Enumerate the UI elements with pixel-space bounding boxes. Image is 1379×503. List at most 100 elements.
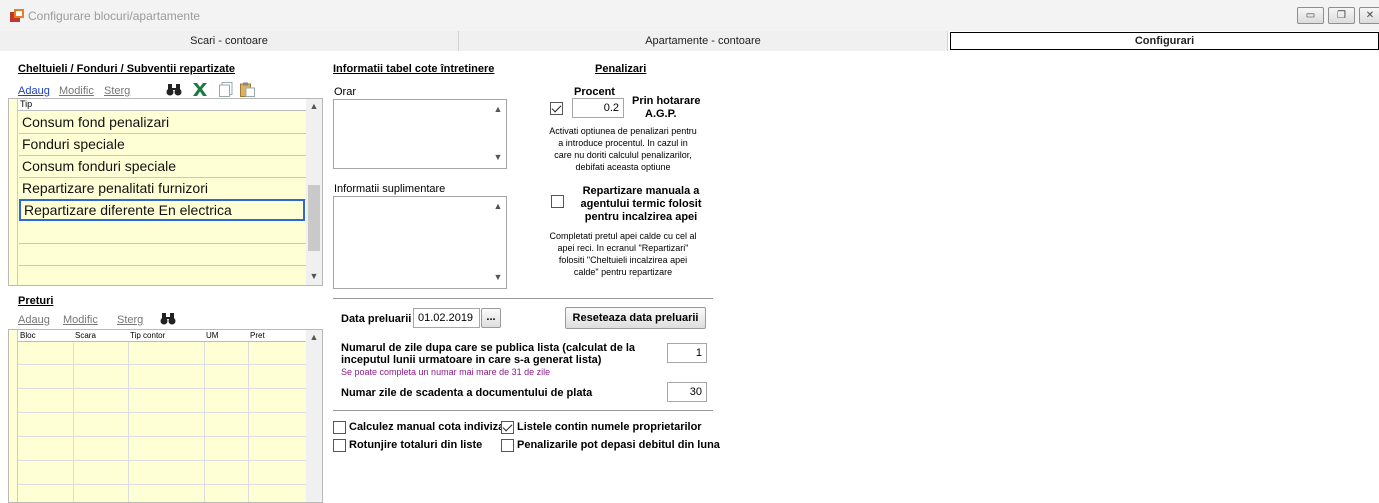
restore-icon: ❐: [1337, 10, 1346, 21]
manual-heating-help-line: calde" pentru repartizare: [573, 267, 673, 277]
scroll-up-icon[interactable]: ▲: [490, 201, 506, 215]
manual-heating-label-line: Repartizare manuala a: [582, 185, 700, 197]
schedule-textarea[interactable]: ▲ ▼: [333, 99, 507, 169]
percent-label: Procent: [574, 86, 615, 98]
row-divider: [18, 412, 306, 413]
expenses-column-header[interactable]: Tip: [18, 99, 306, 111]
column-divider: [204, 342, 205, 502]
separator: [333, 298, 713, 299]
scroll-up-icon[interactable]: ▲: [306, 101, 322, 115]
list-item[interactable]: Consum fond penalizari: [19, 112, 306, 134]
column-divider: [128, 342, 129, 502]
publish-days-label-line2: inceputul lunii urmatoare in care s-a ge…: [341, 354, 602, 366]
column-header-bloc[interactable]: Bloc: [20, 330, 36, 341]
app-icon: [10, 9, 24, 22]
expenses-delete-link[interactable]: Sterg: [104, 85, 130, 97]
binoculars-icon[interactable]: [166, 83, 182, 97]
prices-grid[interactable]: Bloc Scara Tip contor UM Pret ▲: [8, 329, 323, 503]
agp-label-line1: Prin hotarare: [632, 95, 701, 107]
manual-heating-help-line: folositi "Cheltuieli incalzirea apei: [558, 255, 688, 265]
penalties-help-line: care nu doriti calculul penalizarilor,: [554, 150, 692, 160]
list-item-empty[interactable]: [19, 244, 306, 266]
scroll-up-icon[interactable]: ▲: [490, 104, 506, 118]
title-bar: Configurare blocuri/apartamente ▭ ❐ ✕: [0, 0, 1379, 31]
tab-strip: Scari - contoare Apartamente - contoare …: [0, 31, 1379, 51]
manual-quota-checkbox[interactable]: [333, 421, 346, 434]
manual-heating-label: Repartizare manuala a agentului termic f…: [566, 185, 716, 224]
expenses-heading: Cheltuieli / Fonduri / Subventii reparti…: [18, 63, 235, 75]
column-header-scara[interactable]: Scara: [75, 330, 96, 341]
minimize-icon: ▭: [1305, 10, 1316, 21]
expenses-scrollbar[interactable]: ▲ ▼: [306, 99, 322, 285]
due-days-input[interactable]: 30: [667, 382, 707, 402]
row-selector-column: [9, 99, 18, 285]
scroll-thumb[interactable]: [308, 185, 320, 251]
extra-info-textarea[interactable]: ▲ ▼: [333, 196, 507, 289]
prices-edit-link[interactable]: Modific: [63, 314, 98, 326]
row-selector-column: [9, 330, 18, 502]
penalties-help-text: Activati optiunea de penalizari pentru a…: [529, 125, 717, 173]
excel-icon[interactable]: [192, 82, 208, 97]
list-item-selected[interactable]: Repartizare diferente En electrica: [19, 199, 305, 221]
penalty-exceed-checkbox[interactable]: [501, 439, 514, 452]
date-label: Data preluarii: [341, 313, 412, 325]
owner-names-label: Listele contin numele proprietarilor: [517, 421, 702, 433]
manual-quota-label: Calculez manual cota indiviza: [349, 421, 505, 433]
expenses-grid[interactable]: Tip Consum fond penalizari Fonduri speci…: [8, 98, 323, 286]
row-divider: [18, 364, 306, 365]
column-divider: [248, 342, 249, 502]
penalties-help-line: debifati aceasta optiune: [575, 162, 671, 172]
manual-heating-label-line: agentului termic folosit: [580, 198, 702, 210]
close-button[interactable]: ✕: [1359, 7, 1379, 24]
scroll-down-icon[interactable]: ▼: [490, 272, 506, 286]
due-days-label: Numar zile de scadenta a documentului de…: [341, 387, 593, 399]
schedule-label: Orar: [334, 86, 356, 98]
publish-days-input[interactable]: 1: [667, 343, 707, 363]
reset-date-button[interactable]: Reseteaza data preluarii: [565, 307, 706, 329]
date-input[interactable]: 01.02.2019: [413, 308, 480, 328]
round-totals-checkbox[interactable]: [333, 439, 346, 452]
binoculars-icon[interactable]: [160, 312, 176, 326]
close-icon: ✕: [1365, 10, 1375, 21]
scroll-down-icon[interactable]: ▼: [306, 271, 322, 285]
percent-input[interactable]: 0.2: [572, 98, 624, 118]
publish-days-hint: Se poate completa un numar mai mare de 3…: [341, 367, 551, 377]
date-picker-button[interactable]: ...: [481, 308, 501, 328]
separator: [333, 410, 713, 411]
prices-add-link[interactable]: Adaug: [18, 314, 50, 326]
penalty-exceed-label: Penalizarile pot depasi debitul din luna: [517, 439, 720, 451]
column-header-tip-contor[interactable]: Tip contor: [130, 330, 165, 341]
column-header-um[interactable]: UM: [206, 330, 218, 341]
restore-button[interactable]: ❐: [1328, 7, 1355, 24]
tab-scari-contoare[interactable]: Scari - contoare: [0, 31, 459, 51]
round-totals-label: Rotunjire totaluri din liste: [349, 439, 483, 451]
prices-delete-link[interactable]: Sterg: [117, 314, 143, 326]
manual-heating-help-text: Completati pretul apei calde cu cel al a…: [529, 230, 717, 278]
list-item[interactable]: Repartizare penalitati furnizori: [19, 178, 306, 200]
minimize-button[interactable]: ▭: [1297, 7, 1324, 24]
owner-names-checkbox[interactable]: [501, 421, 514, 434]
penalties-help-line: a introduce procentul. In cazul in: [558, 138, 688, 148]
prices-heading: Preturi: [18, 295, 54, 307]
paste-icon[interactable]: [240, 82, 255, 97]
extra-info-label: Informatii suplimentare: [334, 183, 446, 195]
list-item[interactable]: Fonduri speciale: [19, 134, 306, 156]
penalties-heading: Penalizari: [595, 63, 647, 75]
prices-scrollbar[interactable]: ▲: [306, 330, 322, 502]
scroll-down-icon[interactable]: ▼: [490, 152, 506, 166]
copy-icon[interactable]: [219, 82, 233, 97]
tab-apartamente-contoare[interactable]: Apartamente - contoare: [459, 31, 948, 51]
list-item-empty[interactable]: [19, 222, 306, 244]
expenses-add-link[interactable]: Adaug: [18, 85, 50, 97]
penalties-help-line: Activati optiunea de penalizari pentru: [549, 126, 697, 136]
info-heading: Informatii tabel cote întretinere: [333, 63, 495, 75]
publish-days-label-line1: Numarul de zile dupa care se publica lis…: [341, 342, 636, 354]
tab-configurari[interactable]: Configurari: [950, 32, 1379, 50]
scroll-up-icon[interactable]: ▲: [306, 332, 322, 346]
expenses-edit-link[interactable]: Modific: [59, 85, 94, 97]
manual-heating-checkbox[interactable]: [551, 195, 564, 208]
penalties-checkbox[interactable]: [550, 102, 563, 115]
row-divider: [18, 460, 306, 461]
column-header-pret[interactable]: Pret: [250, 330, 265, 341]
list-item[interactable]: Consum fonduri speciale: [19, 156, 306, 178]
